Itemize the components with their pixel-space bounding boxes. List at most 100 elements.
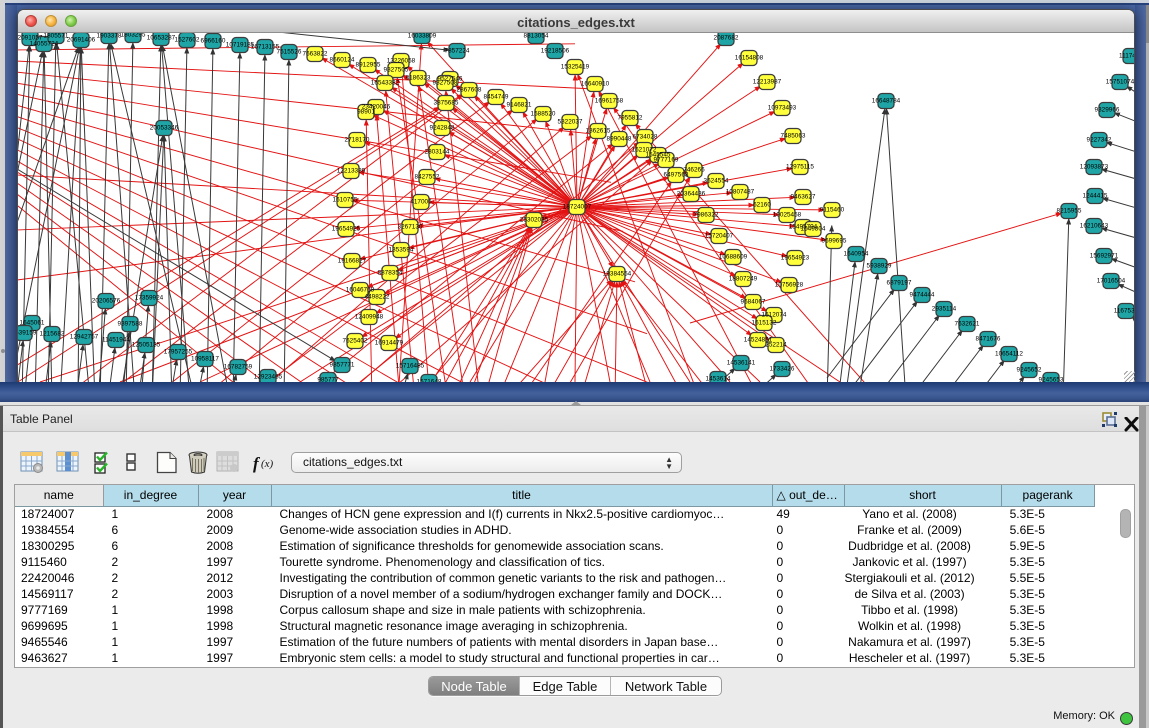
svg-text:19384554: 19384554: [603, 271, 632, 278]
svg-text:3624554: 3624554: [704, 178, 729, 185]
svg-text:746266: 746266: [683, 167, 705, 174]
svg-text:16640910: 16640910: [581, 81, 610, 88]
svg-text:9146821: 9146821: [507, 102, 532, 109]
svg-text:16648784: 16648784: [872, 98, 901, 105]
svg-text:13226058: 13226058: [387, 58, 416, 65]
svg-text:9327505: 9327505: [384, 67, 409, 74]
svg-text:9397588: 9397588: [118, 321, 143, 328]
svg-text:7955812: 7955812: [618, 115, 643, 122]
svg-text:1612074: 1612074: [762, 312, 787, 319]
svg-text:8990448: 8990448: [607, 136, 632, 143]
svg-text:16033809: 16033809: [408, 33, 437, 40]
svg-text:14536141: 14536141: [727, 360, 756, 367]
svg-text:4498222: 4498222: [365, 294, 390, 301]
svg-text:(x): (x): [261, 458, 274, 470]
svg-text:17957255: 17957255: [164, 349, 193, 356]
svg-text:9245652: 9245652: [1017, 367, 1042, 374]
svg-text:11451944: 11451944: [102, 337, 130, 344]
svg-text:16782759: 16782759: [224, 364, 253, 371]
svg-text:1117433: 1117433: [1119, 53, 1134, 60]
svg-text:1803295: 1803295: [121, 33, 146, 39]
svg-text:10688609: 10688609: [719, 254, 748, 261]
svg-text:1362615: 1362615: [586, 128, 611, 135]
svg-text:15751074: 15751074: [1106, 79, 1134, 86]
svg-text:16210643: 16210643: [1080, 223, 1109, 230]
svg-text:17359924: 17359924: [135, 295, 164, 302]
svg-text:10807487: 10807487: [726, 189, 755, 196]
svg-text:16046768: 16046768: [346, 287, 375, 294]
svg-text:8471676: 8471676: [976, 336, 1001, 343]
svg-text:2718170: 2718170: [345, 137, 370, 144]
svg-text:10025458: 10025458: [773, 212, 802, 219]
svg-text:9327508: 9327508: [433, 80, 458, 87]
svg-text:1549804: 1549804: [801, 226, 826, 233]
svg-text:12213389: 12213389: [337, 168, 366, 175]
svg-text:2087682: 2087682: [714, 35, 739, 42]
svg-text:417006: 417006: [410, 199, 432, 206]
svg-text:19218506: 19218506: [541, 48, 570, 55]
svg-text:8660124: 8660124: [330, 57, 355, 64]
svg-text:20206576: 20206576: [92, 298, 121, 305]
svg-text:1733426: 1733426: [770, 366, 795, 373]
svg-text:19654925: 19654925: [332, 226, 361, 233]
svg-text:16154808: 16154808: [735, 55, 764, 62]
svg-text:12093873: 12093873: [1080, 164, 1109, 171]
svg-text:9857771: 9857771: [330, 362, 355, 369]
svg-text:8454749: 8454749: [484, 94, 509, 101]
svg-text:7625402: 7625402: [343, 338, 368, 345]
svg-text:9242848: 9242848: [430, 125, 455, 132]
svg-text:1167533: 1167533: [1114, 308, 1134, 315]
svg-text:1353594: 1353594: [389, 247, 414, 254]
svg-text:10756928: 10756928: [775, 282, 804, 289]
svg-text:5938929: 5938929: [867, 263, 892, 270]
svg-text:20691406: 20691406: [67, 37, 96, 44]
svg-text:1610755: 1610755: [333, 197, 358, 204]
svg-text:f: f: [253, 454, 261, 473]
svg-text:15325419: 15325419: [561, 64, 590, 71]
svg-text:9684067: 9684067: [741, 299, 766, 306]
svg-text:3267130: 3267130: [398, 224, 423, 231]
svg-text:16961758: 16961758: [595, 98, 624, 105]
svg-text:9699695: 9699695: [822, 238, 847, 245]
svg-text:1615132: 1615132: [752, 320, 777, 327]
svg-text:8215955: 8215955: [1057, 208, 1082, 215]
svg-text:1640954: 1640954: [844, 251, 869, 258]
svg-text:20364436: 20364436: [677, 191, 706, 198]
svg-text:10654112: 10654112: [995, 351, 1023, 358]
svg-text:8186323: 8186323: [406, 75, 431, 82]
svg-text:18724007: 18724007: [563, 204, 592, 211]
svg-text:12409948: 12409948: [355, 314, 384, 321]
svg-text:19166827: 19166827: [338, 258, 367, 265]
svg-text:5322037: 5322037: [558, 119, 583, 126]
svg-text:6879197: 6879197: [887, 280, 912, 287]
svg-text:62160: 62160: [753, 202, 771, 209]
svg-text:12505135: 12505135: [132, 342, 161, 349]
svg-text:20053346: 20053346: [150, 125, 179, 132]
svg-text:7632621: 7632621: [955, 321, 980, 328]
svg-text:16543382: 16543382: [371, 80, 400, 87]
svg-text:7515526: 7515526: [277, 49, 302, 56]
svg-text:1903378: 1903378: [97, 33, 122, 40]
svg-text:17016504: 17016504: [1097, 278, 1126, 285]
svg-text:9329966: 9329966: [1095, 107, 1120, 114]
svg-text:10973493: 10973493: [768, 105, 797, 112]
svg-text:8813054: 8813054: [524, 33, 549, 40]
svg-text:7663822: 7663822: [303, 51, 328, 58]
svg-text:2867608: 2867608: [457, 87, 482, 94]
svg-text:1244415: 1244415: [1083, 193, 1108, 200]
svg-text:1527602: 1527602: [175, 37, 200, 44]
svg-text:3875685: 3875685: [434, 100, 459, 107]
svg-text:1215682: 1215682: [40, 331, 65, 338]
svg-text:15692971: 15692971: [1090, 253, 1119, 260]
svg-text:10653287: 10653287: [147, 35, 176, 42]
svg-text:10958117: 10958117: [191, 356, 219, 363]
svg-text:2803144: 2803144: [425, 149, 450, 156]
svg-text:12923465: 12923465: [254, 374, 283, 381]
svg-text:9227342: 9227342: [1087, 137, 1112, 144]
svg-text:12942757: 12942757: [70, 334, 99, 341]
svg-text:18807249: 18807249: [729, 276, 758, 283]
svg-text:9115460: 9115460: [820, 207, 845, 214]
svg-text:7485063: 7485063: [781, 133, 806, 140]
svg-text:8427552: 8427552: [415, 174, 440, 181]
svg-text:6966160: 6966160: [201, 38, 226, 45]
